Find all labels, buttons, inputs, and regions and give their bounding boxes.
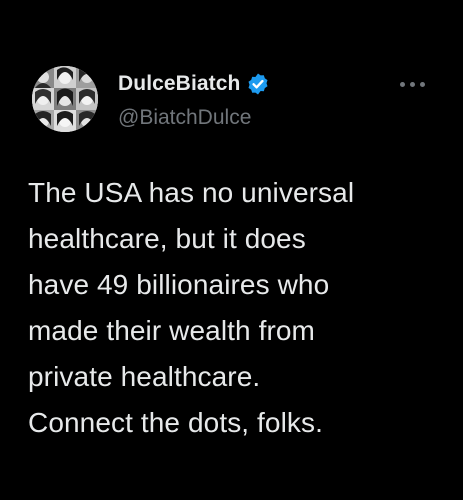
verified-badge-icon <box>246 72 270 96</box>
more-options-button[interactable] <box>400 77 436 91</box>
avatar[interactable] <box>32 66 98 132</box>
profile-collage-avatar-icon <box>32 66 98 132</box>
ellipsis-dot <box>420 81 425 87</box>
ellipsis-dot <box>410 81 415 87</box>
tweet-text: The USA has no universal healthcare, but… <box>28 177 355 438</box>
author-display-name[interactable]: DulceBiatch <box>118 72 240 96</box>
author-name-row: DulceBiatch <box>118 70 270 98</box>
author-handle[interactable]: @BiatchDulce <box>118 106 251 130</box>
tweet-card: DulceBiatch @BiatchDulce The USA has no … <box>0 0 463 500</box>
ellipsis-dot <box>400 81 405 87</box>
ellipsis-icon <box>400 81 425 87</box>
